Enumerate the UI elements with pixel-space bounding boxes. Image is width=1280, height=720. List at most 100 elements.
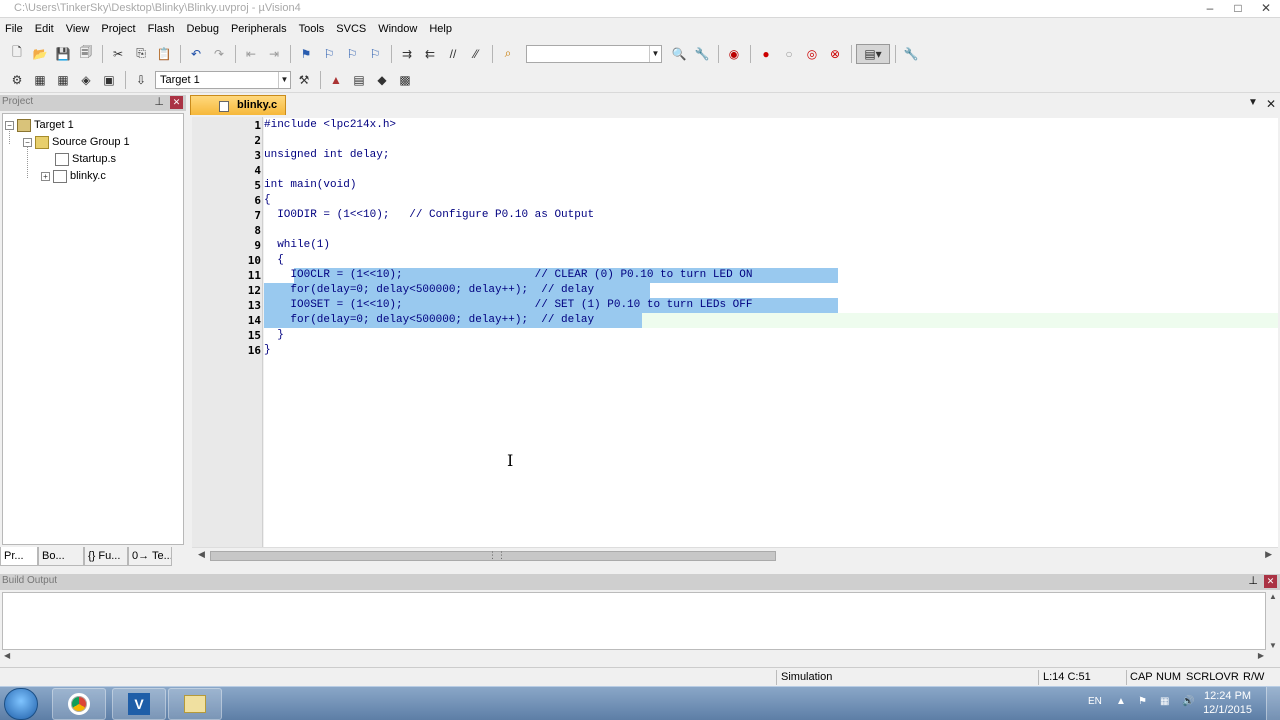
build-output-horizontal-scrollbar[interactable]: ◀ ▶ [2,650,1266,665]
show-hidden-icons-icon[interactable]: ▲ [1116,696,1126,707]
action-center-icon[interactable]: ⚑ [1138,696,1147,707]
download-icon[interactable]: ⇩ [130,70,152,90]
taskbar-chrome-button[interactable] [52,688,106,720]
find-icon[interactable]: 🔍 [668,44,690,64]
pin-icon[interactable]: ⊥ [154,95,164,108]
find-combo[interactable]: ▼ [526,44,662,63]
collapse-icon[interactable]: − [5,120,14,130]
build-output-vertical-scrollbar[interactable]: ▲ ▼ [1266,592,1280,650]
menu-peripherals[interactable]: Peripherals [227,23,295,35]
close-tab-icon[interactable]: ✕ [1266,97,1276,111]
tab-functions[interactable]: {} Fu... [84,547,128,566]
scroll-left-icon[interactable]: ◀ [4,651,10,660]
save-icon[interactable]: 💾 [52,44,74,64]
scroll-down-icon[interactable]: ▼ [1269,641,1277,650]
volume-icon[interactable]: 🔊 [1182,696,1194,707]
expand-icon[interactable]: + [41,171,50,181]
network-icon[interactable]: ▦ [1160,696,1169,707]
build-icon[interactable]: ▦ [29,70,51,90]
tree-node-startup-file[interactable]: Startup.s [55,151,116,167]
show-desktop-button[interactable] [1266,687,1280,720]
tab-books[interactable]: Bo... [38,547,84,566]
next-bookmark-icon[interactable]: ⚐ [341,44,363,64]
select-packs-icon[interactable]: ◆ [371,70,393,90]
tab-list-icon[interactable]: ▼ [1248,97,1258,108]
undo-icon[interactable]: ↶ [185,44,207,64]
save-all-icon[interactable]: 🗐 [75,44,97,64]
menu-file[interactable]: File [2,23,31,35]
menu-svcs[interactable]: SVCS [332,23,374,35]
editor-horizontal-scrollbar[interactable]: ◀ ⋮⋮ ▶ [192,547,1278,564]
new-file-icon[interactable]: 🗋 [6,44,28,64]
uncomment-icon[interactable]: ⁄⁄ [465,44,487,64]
close-icon[interactable]: ✕ [1264,575,1277,588]
translate-icon[interactable]: ⚙ [6,70,28,90]
incremental-find-icon[interactable]: 🔧 [691,44,713,64]
manage-components-icon[interactable]: ▲ [325,70,347,90]
indent-icon[interactable]: ⇉ [396,44,418,64]
redo-icon[interactable]: ↷ [208,44,230,64]
close-icon[interactable]: ✕ [170,96,183,109]
navigate-forward-icon[interactable]: ⇥ [263,44,285,64]
disable-all-breakpoints-icon[interactable]: ◎ [801,44,823,64]
menu-project[interactable]: Project [97,23,143,35]
chevron-down-icon[interactable]: ▼ [649,45,661,62]
copy-icon[interactable]: ⎘ [130,44,152,64]
line-number: 16 [247,344,261,357]
paste-icon[interactable]: 📋 [153,44,175,64]
menu-view[interactable]: View [62,23,98,35]
clear-bookmarks-icon[interactable]: ⚐ [364,44,386,64]
taskbar-explorer-button[interactable] [168,688,222,720]
code-editor[interactable]: #include <lpc214x.h> unsigned int delay;… [264,118,1278,547]
tree-node-target[interactable]: − Target 1 [5,117,74,133]
unindent-icon[interactable]: ⇇ [419,44,441,64]
stop-build-icon[interactable]: ▣ [98,70,120,90]
menu-window[interactable]: Window [374,23,425,35]
system-clock[interactable]: 12:24 PM 12/1/2015 [1203,689,1252,717]
menu-edit[interactable]: Edit [31,23,62,35]
tab-project[interactable]: Pr... [0,547,38,566]
scroll-right-icon[interactable]: ▶ [1265,549,1272,560]
maximize-button[interactable]: □ [1224,0,1252,18]
books-icon[interactable]: ▩ [394,70,416,90]
tree-node-source-group[interactable]: − Source Group 1 [23,134,130,150]
tab-blinky-c[interactable]: blinky.c [190,95,286,115]
code-line: int main(void) [264,179,357,191]
tree-node-blinky-file[interactable]: + blinky.c [41,168,106,184]
menu-flash[interactable]: Flash [144,23,183,35]
open-file-icon[interactable]: 📂 [29,44,51,64]
language-indicator[interactable]: EN [1088,696,1102,707]
chevron-down-icon[interactable]: ▼ [278,71,290,88]
menu-help[interactable]: Help [425,23,460,35]
menu-debug[interactable]: Debug [183,23,227,35]
target-options-icon[interactable]: ⚒ [293,70,315,90]
navigate-back-icon[interactable]: ⇤ [240,44,262,64]
minimize-button[interactable]: – [1196,0,1224,18]
window-layout-icon[interactable]: ▤▾ [856,43,890,64]
close-button[interactable]: ✕ [1252,0,1280,18]
start-button[interactable] [4,688,38,720]
rebuild-icon[interactable]: ▦ [52,70,74,90]
file-extensions-icon[interactable]: ▤ [348,70,370,90]
scroll-up-icon[interactable]: ▲ [1269,592,1277,601]
breakpoint-icon[interactable]: ● [755,44,777,64]
comment-icon[interactable]: // [442,44,464,64]
pin-icon[interactable]: ⊥ [1248,574,1258,587]
scroll-right-icon[interactable]: ▶ [1258,651,1264,660]
debug-session-icon[interactable]: ◉ [723,44,745,64]
target-select[interactable]: Target 1 ▼ [155,70,291,89]
build-output-panel[interactable] [2,592,1266,650]
taskbar-uvision-button[interactable]: V [112,688,166,720]
configure-icon[interactable]: 🔧 [900,44,922,64]
find-in-files-icon[interactable]: ⌕ [497,44,519,64]
disable-breakpoint-icon[interactable]: ○ [778,44,800,64]
tab-templates[interactable]: 0→ Te... [128,547,172,566]
menu-tools[interactable]: Tools [295,23,333,35]
cut-icon[interactable]: ✂ [107,44,129,64]
collapse-icon[interactable]: − [23,137,32,147]
bookmark-icon[interactable]: ⚑ [295,44,317,64]
prev-bookmark-icon[interactable]: ⚐ [318,44,340,64]
kill-all-breakpoints-icon[interactable]: ⊗ [824,44,846,64]
scroll-left-icon[interactable]: ◀ [198,549,205,560]
batch-build-icon[interactable]: ◈ [75,70,97,90]
